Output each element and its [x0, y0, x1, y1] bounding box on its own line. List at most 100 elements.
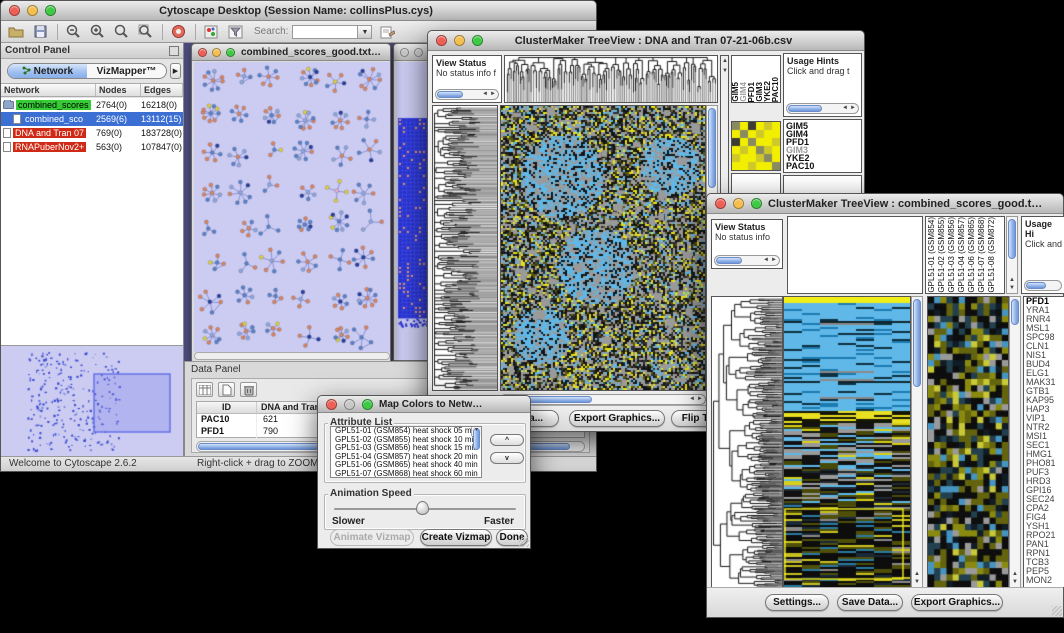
- scroll-right-icon[interactable]: ►: [771, 257, 777, 263]
- zoom-window-icon[interactable]: [45, 5, 56, 16]
- scrollbar-thumb[interactable]: [788, 105, 822, 112]
- vertical-scrollbar[interactable]: ▲ ▼: [471, 427, 481, 436]
- save-data-button[interactable]: Save Data...: [837, 594, 903, 611]
- filter-icon[interactable]: [226, 24, 244, 40]
- scroll-up-icon[interactable]: ▲: [722, 58, 728, 64]
- zoom-window-icon[interactable]: [751, 198, 762, 209]
- tab-overflow-button[interactable]: ▶: [170, 63, 181, 79]
- minimize-icon[interactable]: [212, 48, 221, 57]
- horizontal-scrollbar[interactable]: [1024, 280, 1062, 291]
- resize-grip[interactable]: [519, 537, 529, 547]
- scroll-right-icon[interactable]: ►: [490, 91, 496, 97]
- close-icon[interactable]: [715, 198, 726, 209]
- animate-vizmap-button[interactable]: Animate Vizmap: [330, 529, 414, 546]
- network-tree-row[interactable]: combined_scores2764(0)16218(0): [1, 98, 183, 112]
- row-dendrogram-panel[interactable]: [432, 105, 498, 391]
- network-tree-row[interactable]: combined_sco2569(6)13112(15): [1, 112, 183, 126]
- minimize-icon[interactable]: [733, 198, 744, 209]
- zoom-heatmap-canvas[interactable]: [928, 297, 1008, 587]
- minimize-icon[interactable]: [27, 5, 38, 16]
- network-tree-row[interactable]: DNA and Tran 07769(0)183728(0): [1, 126, 183, 140]
- open-file-icon[interactable]: [7, 24, 25, 40]
- zoom-heatmap-canvas[interactable]: [732, 122, 780, 170]
- move-up-button[interactable]: ^: [490, 434, 524, 446]
- row-dendrogram-canvas[interactable]: [712, 297, 782, 587]
- scroll-right-icon[interactable]: ►: [850, 105, 856, 111]
- horizontal-scrollbar[interactable]: ◄ ►: [435, 89, 499, 100]
- scrollbar-thumb[interactable]: [1026, 282, 1046, 289]
- scroll-down-icon[interactable]: ▼: [1012, 579, 1018, 585]
- global-heatmap-canvas[interactable]: [501, 106, 705, 390]
- column-dendrogram-canvas[interactable]: [505, 56, 717, 102]
- gene-label[interactable]: MON2: [1024, 576, 1064, 585]
- network-tree-row[interactable]: RNAPuberNov2+563(0)107847(0): [1, 140, 183, 154]
- row-dendrogram-panel[interactable]: [711, 296, 783, 588]
- scrollbar-thumb[interactable]: [1008, 219, 1016, 259]
- minimize-icon[interactable]: [414, 48, 423, 57]
- zoom-heatmap-panel[interactable]: [927, 296, 1009, 588]
- attribute-item[interactable]: GPL51-07 (GSM868) heat shock 60 min: [333, 470, 481, 478]
- vertical-scrollbar[interactable]: ▲ ▼: [911, 296, 923, 588]
- move-down-button[interactable]: v: [490, 452, 524, 464]
- zoom-heatmap-panel[interactable]: [731, 121, 781, 171]
- float-panel-icon[interactable]: [169, 46, 179, 56]
- network-window-1-titlebar[interactable]: combined_scores_good.txt--cluste...: [192, 44, 390, 61]
- create-vizmap-button[interactable]: Create Vizmap: [420, 529, 492, 546]
- birdseye-view[interactable]: [1, 346, 183, 456]
- minimize-icon[interactable]: [344, 399, 355, 410]
- vertical-scrollbar[interactable]: ▲ ▼: [1009, 296, 1021, 588]
- minimize-icon[interactable]: [454, 35, 465, 46]
- zoom-in-icon[interactable]: [88, 24, 106, 40]
- row-label[interactable]: PAC10: [786, 162, 859, 170]
- main-titlebar[interactable]: Cytoscape Desktop (Session Name: collins…: [1, 1, 596, 21]
- slider-thumb[interactable]: [416, 501, 429, 515]
- column-dendrogram-panel[interactable]: [787, 216, 923, 294]
- scroll-left-icon[interactable]: ◄: [763, 257, 769, 263]
- global-heatmap-panel[interactable]: [500, 105, 706, 391]
- save-icon[interactable]: [31, 24, 49, 40]
- scroll-down-icon[interactable]: ▼: [1009, 285, 1015, 291]
- close-icon[interactable]: [326, 399, 337, 410]
- scrollbar-thumb[interactable]: [708, 108, 716, 188]
- delete-attribute-icon[interactable]: [240, 382, 257, 397]
- close-icon[interactable]: [436, 35, 447, 46]
- scroll-down-icon[interactable]: ▼: [474, 426, 479, 435]
- zoom-out-icon[interactable]: [64, 24, 82, 40]
- horizontal-scrollbar[interactable]: ◄ ►: [714, 255, 780, 266]
- export-graphics-button[interactable]: Export Graphics...: [569, 410, 665, 427]
- horizontal-scrollbar[interactable]: ◄ ►: [786, 103, 859, 114]
- network-view-canvas[interactable]: [194, 62, 390, 352]
- horizontal-scrollbar[interactable]: [194, 352, 390, 360]
- annotation-icon[interactable]: [378, 24, 396, 40]
- scroll-up-icon[interactable]: ▲: [1009, 277, 1015, 283]
- scrollbar-thumb[interactable]: [1011, 299, 1019, 325]
- zoom-window-icon[interactable]: [226, 48, 235, 57]
- help-icon[interactable]: [169, 24, 187, 40]
- treeview-2-titlebar[interactable]: ClusterMaker TreeView : combined_scores_…: [707, 194, 1063, 214]
- row-dendrogram-canvas[interactable]: [433, 106, 497, 390]
- close-icon[interactable]: [198, 48, 207, 57]
- gene-label-list[interactable]: PFD1YRA1RNR4MSL1SPC98CLN1NIS1BUD4ELG1MAK…: [1023, 296, 1064, 588]
- scrollbar-thumb[interactable]: [437, 91, 463, 98]
- scroll-up-icon[interactable]: ▲: [1012, 571, 1018, 577]
- zoom-window-icon[interactable]: [472, 35, 483, 46]
- scroll-up-icon[interactable]: ▲: [914, 571, 920, 577]
- scroll-left-icon[interactable]: ◄: [842, 105, 848, 111]
- close-icon[interactable]: [9, 5, 20, 16]
- zoom-window-icon[interactable]: [362, 399, 373, 410]
- global-heatmap-panel[interactable]: [783, 296, 911, 588]
- column-dendrogram-panel[interactable]: [504, 55, 718, 103]
- scrollbar-thumb[interactable]: [913, 299, 921, 387]
- scroll-left-icon[interactable]: ◄: [482, 91, 488, 97]
- scroll-down-icon[interactable]: ▼: [722, 68, 728, 74]
- tab-vizmapper[interactable]: VizMapper™: [87, 64, 166, 78]
- zoom-selected-icon[interactable]: [112, 24, 130, 40]
- column-label[interactable]: GPL51-08 (GSM872): [988, 217, 998, 293]
- resize-grip[interactable]: [1052, 606, 1062, 616]
- search-input[interactable]: [292, 25, 358, 39]
- new-attribute-icon[interactable]: [218, 382, 235, 397]
- settings-button[interactable]: Settings...: [765, 594, 829, 611]
- column-label[interactable]: PAC10: [772, 77, 780, 102]
- global-heatmap-canvas[interactable]: [784, 297, 910, 587]
- network-window-1[interactable]: combined_scores_good.txt--cluste...: [191, 43, 391, 363]
